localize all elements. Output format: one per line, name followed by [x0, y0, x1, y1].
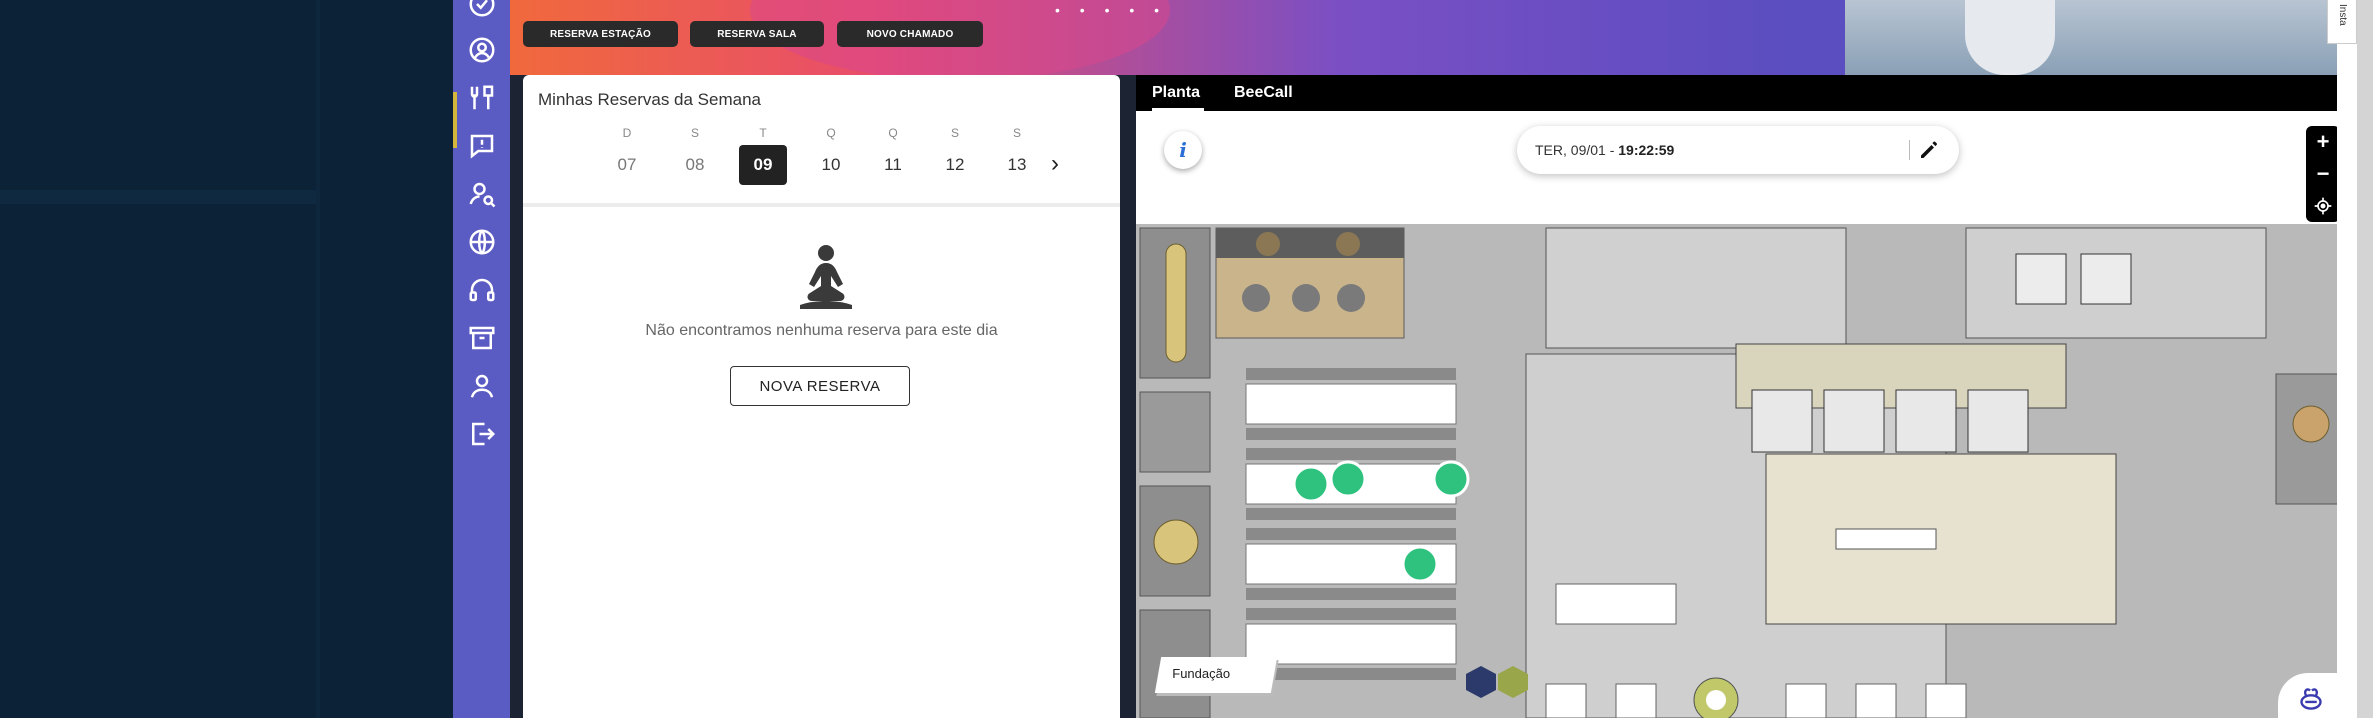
day-letter: D — [622, 126, 632, 140]
card-title: Minhas Reservas da Semana — [538, 90, 762, 109]
sidebar-item-restaurant[interactable] — [453, 78, 510, 118]
zoom-out-button[interactable]: − — [2306, 158, 2340, 190]
banner-photo — [1845, 0, 2357, 75]
sidebar-nav — [453, 0, 510, 718]
floor-plan-drawing — [1136, 224, 2347, 718]
sidebar-item-people-search[interactable] — [453, 174, 510, 214]
crosshair-icon — [2314, 197, 2332, 215]
logout-icon — [471, 422, 495, 446]
day-2-selected[interactable]: T 09 — [739, 123, 787, 185]
beecall-floating-button[interactable] — [2278, 673, 2338, 718]
scrollbar-track[interactable] — [2357, 0, 2373, 718]
tab-beecall[interactable]: BeeCall — [1234, 75, 1298, 111]
sidebar-item-account[interactable] — [453, 366, 510, 406]
weekly-reservations-card: Minhas Reservas da Semana D 07 S 08 T 09 Q 1… — [523, 75, 1120, 718]
day-number: 13 — [1007, 155, 1027, 174]
date-label: TER, 09/01 - — [1535, 142, 1619, 158]
edge-tab[interactable]: Insta — [2327, 0, 2357, 44]
week-selector: D 07 S 08 T 09 Q 10 Q 11 S 12 S 13 › — [603, 123, 1073, 193]
day-letter: S — [690, 126, 699, 140]
reserve-room-button[interactable]: RESERVA SALA — [690, 21, 824, 47]
sidebar-item-profile-location[interactable] — [453, 30, 510, 70]
tab-planta[interactable]: Planta — [1152, 75, 1204, 111]
bee-icon — [2300, 688, 2322, 710]
headset-icon — [469, 278, 494, 302]
card-divider — [523, 203, 1120, 207]
area-label-text: Fundação — [1172, 666, 1231, 681]
user-search-icon — [469, 182, 495, 208]
meditation-icon — [800, 245, 852, 309]
day-number: 11 — [884, 155, 902, 174]
floor-plan-panel: Planta BeeCall i TER, 09/01 - 19:22:59 +… — [1136, 75, 2347, 718]
date-time-pill[interactable]: TER, 09/01 - 19:22:59 — [1517, 126, 1959, 174]
check-circle-icon — [469, 0, 494, 17]
day-number: 09 — [739, 145, 787, 185]
locate-button[interactable] — [2306, 190, 2340, 222]
zoom-in-button[interactable]: + — [2306, 126, 2340, 158]
globe-icon — [469, 229, 494, 255]
day-4[interactable]: Q 11 — [869, 123, 917, 185]
date-time-text: TER, 09/01 - 19:22:59 — [1535, 126, 1674, 174]
info-button[interactable]: i — [1164, 131, 1202, 169]
day-number: 08 — [685, 155, 705, 174]
plan-tab-bar: Planta BeeCall — [1136, 75, 2347, 111]
archive-icon — [469, 326, 494, 350]
day-0[interactable]: D 07 — [603, 123, 651, 185]
sidebar-item-checkin[interactable] — [453, 0, 510, 24]
zoom-controls: + − — [2306, 126, 2340, 222]
day-letter: T — [759, 126, 767, 140]
background-dark-pane — [0, 0, 453, 718]
page-edge-strip — [2337, 0, 2357, 718]
day-number: 07 — [617, 155, 637, 174]
day-6[interactable]: S 13 — [993, 123, 1041, 185]
empty-state-message: Não encontramos nenhuma reserva para est… — [645, 322, 998, 339]
fork-knife-icon — [470, 85, 493, 110]
background-divider — [316, 0, 320, 718]
day-letter: S — [1012, 126, 1021, 140]
time-label: 19:22:59 — [1618, 142, 1675, 158]
new-reservation-button[interactable]: NOVA RESERVA — [730, 366, 910, 406]
banner-dots: • • • • • — [1055, 2, 1168, 18]
day-letter: Q — [826, 126, 836, 140]
day-letter: S — [950, 126, 959, 140]
floor-plan-map[interactable]: i TER, 09/01 - 19:22:59 + − Fundação — [1136, 111, 2347, 718]
day-number: 12 — [945, 155, 965, 174]
sidebar-item-support[interactable] — [453, 270, 510, 310]
sidebar-item-logout[interactable] — [453, 414, 510, 454]
sidebar-item-archive[interactable] — [453, 318, 510, 358]
user-icon — [470, 374, 493, 398]
alert-message-icon — [470, 134, 493, 159]
main-content: • • • • • RESERVA ESTAÇÃO RESERVA SALA N… — [510, 0, 2357, 718]
new-ticket-button[interactable]: NOVO CHAMADO — [837, 21, 983, 47]
day-3[interactable]: Q 10 — [807, 123, 855, 185]
pill-divider — [1909, 140, 1910, 160]
area-label-fundacao[interactable]: Fundação — [1154, 657, 1278, 693]
reserve-station-button[interactable]: RESERVA ESTAÇÃO — [523, 21, 678, 47]
sidebar-item-globe[interactable] — [453, 222, 510, 262]
day-letter: Q — [888, 126, 898, 140]
day-5[interactable]: S 12 — [931, 123, 979, 185]
pencil-icon[interactable] — [1917, 138, 1941, 162]
day-1[interactable]: S 08 — [671, 123, 719, 185]
day-number: 10 — [821, 155, 841, 174]
background-bar — [0, 190, 316, 204]
user-pin-icon — [469, 37, 494, 63]
next-week-chevron-icon[interactable]: › — [1051, 149, 1075, 179]
sidebar-item-tickets[interactable] — [453, 126, 510, 166]
